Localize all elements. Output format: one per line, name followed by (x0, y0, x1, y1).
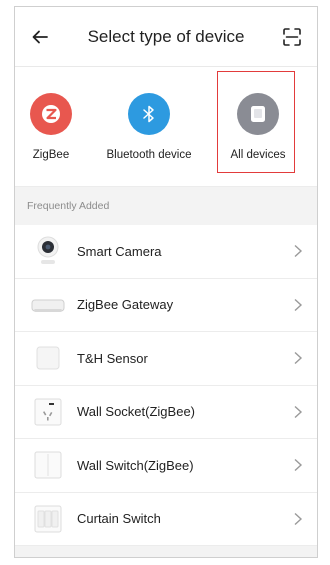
device-type-label: ZigBee (32, 149, 70, 161)
arrow-left-icon (32, 30, 48, 43)
device-name: T&H Sensor (77, 350, 148, 366)
chevron-right-icon (294, 352, 303, 365)
list-item-curtain-switch[interactable]: Curtain Switch (15, 493, 317, 546)
smart-camera-icon (31, 234, 65, 268)
list-item-zigbee-gateway[interactable]: ZigBee Gateway (15, 279, 317, 332)
device-type-selector: ZigBee Bluetooth device All devices (15, 67, 317, 187)
list-item-wall-socket[interactable]: Wall Socket(ZigBee) (15, 386, 317, 439)
app-screen: Select type of device ZigBee Bluetooth d… (14, 6, 318, 558)
device-name: Wall Switch(ZigBee) (77, 457, 194, 473)
device-name: Smart Camera (77, 243, 162, 259)
chevron-right-icon (294, 245, 303, 258)
section-title: Frequently Added (15, 187, 317, 225)
curtain-switch-icon (31, 502, 65, 536)
wall-socket-icon (31, 395, 65, 429)
device-type-label: All devices (230, 149, 286, 161)
device-type-all[interactable]: All devices (217, 67, 297, 173)
header: Select type of device (15, 7, 317, 67)
chevron-right-icon (294, 512, 303, 525)
wall-switch-icon (31, 448, 65, 482)
scan-icon (283, 27, 301, 46)
bluetooth-icon (128, 93, 170, 135)
chevron-right-icon (294, 298, 303, 311)
scan-button[interactable] (281, 26, 303, 48)
device-list: Smart Camera ZigBee Gateway T&H Sensor W… (15, 225, 317, 546)
chevron-right-icon (294, 405, 303, 418)
back-button[interactable] (29, 26, 51, 48)
device-type-bluetooth[interactable]: Bluetooth device (97, 67, 201, 161)
list-item-smart-camera[interactable]: Smart Camera (15, 225, 317, 279)
device-name: ZigBee Gateway (77, 297, 174, 313)
chevron-right-icon (294, 459, 303, 472)
device-name: Curtain Switch (77, 511, 161, 527)
page-title: Select type of device (87, 26, 245, 46)
th-sensor-icon (31, 341, 65, 375)
device-type-zigbee[interactable]: ZigBee (15, 67, 87, 161)
all-devices-icon (237, 93, 279, 135)
list-item-th-sensor[interactable]: T&H Sensor (15, 332, 317, 386)
device-name: Wall Socket(ZigBee) (77, 404, 195, 420)
zigbee-icon (30, 93, 72, 135)
zigbee-gateway-icon (31, 288, 65, 322)
device-type-label: Bluetooth device (106, 149, 192, 161)
list-item-wall-switch[interactable]: Wall Switch(ZigBee) (15, 439, 317, 493)
